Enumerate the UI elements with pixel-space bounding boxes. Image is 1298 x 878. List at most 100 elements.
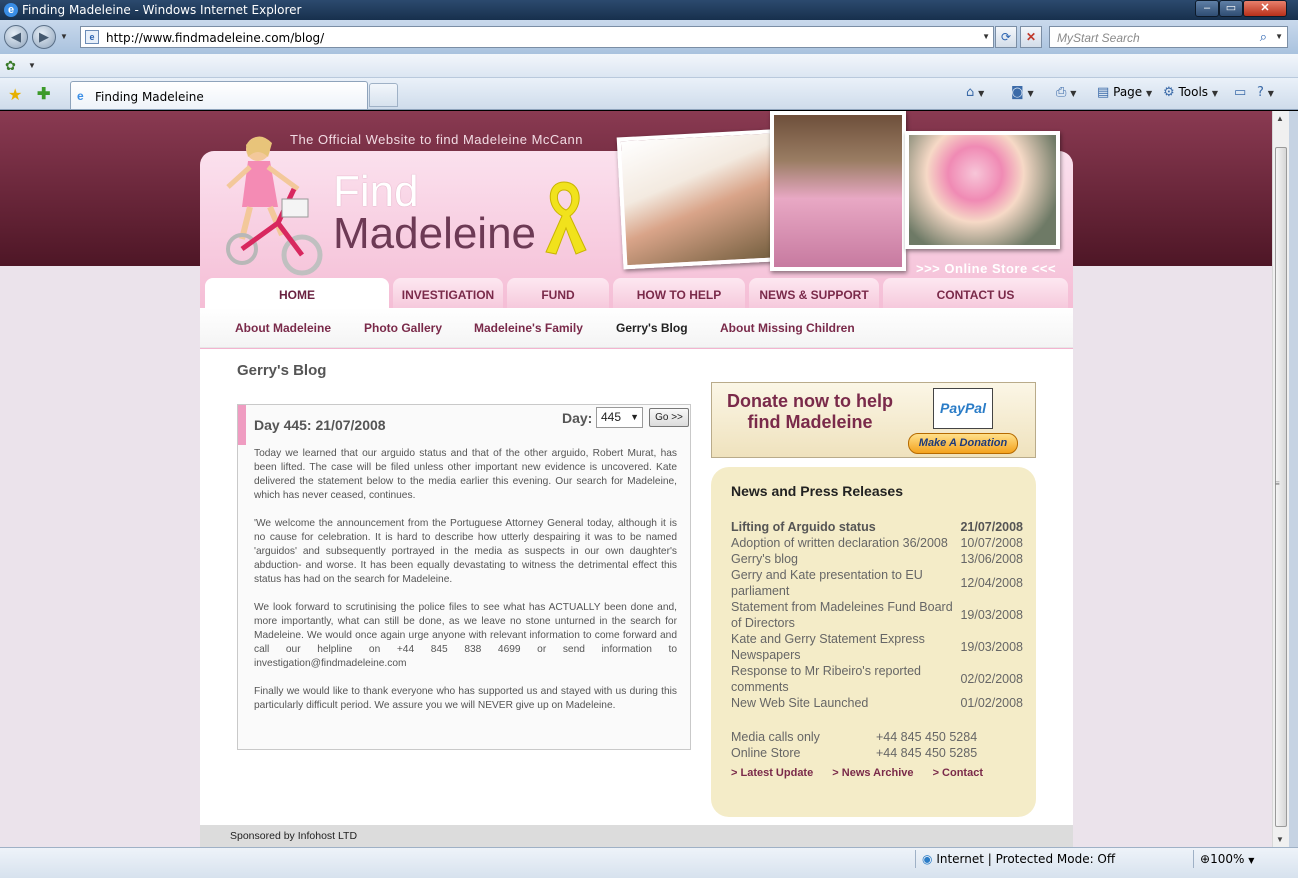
make-donation-button[interactable]: Make A Donation	[908, 433, 1018, 454]
blog-heading: Day 445: 21/07/2008	[254, 417, 386, 433]
search-input[interactable]: MyStart Search ⌕ ▼	[1049, 26, 1288, 48]
security-zone[interactable]: ◉ Internet | Protected Mode: Off	[922, 852, 1115, 866]
page-icon: e	[85, 30, 99, 44]
sub-navigation: About Madeleine Photo Gallery Madeleine'…	[200, 308, 1073, 348]
nav-investigation[interactable]: INVESTIGATION	[393, 278, 503, 308]
back-button[interactable]: ◀	[4, 25, 28, 49]
print-button[interactable]: ⎙ ▼	[1056, 85, 1076, 100]
address-bar[interactable]: e http://www.findmadeleine.com/blog/ ▼	[80, 26, 994, 48]
help-icon: ?	[1257, 85, 1264, 100]
window-title: Finding Madeleine - Windows Internet Exp…	[22, 3, 302, 17]
nav-news-support[interactable]: NEWS & SUPPORT	[749, 278, 879, 308]
day-select[interactable]: 445 ▼	[596, 407, 643, 428]
zoom-icon: ⊕	[1200, 852, 1211, 866]
logo-madeleine-text[interactable]: Madeleine	[333, 211, 536, 257]
maximize-button[interactable]: ▭	[1219, 0, 1243, 17]
day-label: Day:	[562, 410, 593, 426]
paypal-logo-pay: Pay	[940, 400, 965, 416]
stop-button[interactable]: ✕	[1020, 26, 1042, 48]
printer-icon: ⎙	[1056, 85, 1067, 100]
news-panel: News and Press Releases Lifting of Argui…	[711, 467, 1036, 817]
news-item[interactable]: Response to Mr Ribeiro's reported commen…	[731, 663, 1023, 695]
address-dropdown-icon[interactable]: ▼	[982, 32, 990, 41]
address-url[interactable]: http://www.findmadeleine.com/blog/	[106, 31, 324, 45]
contact-row: Media calls only +44 845 450 5284	[731, 730, 978, 744]
news-item[interactable]: Lifting of Arguido status 21/07/2008	[731, 519, 1023, 535]
help-button[interactable]: ? ▼	[1257, 85, 1274, 100]
tabs-bar: ★ ✚ e Finding Madeleine ⌂ ▼ ◙ ▼ ⎙ ▼ ▤ Pa…	[0, 78, 1298, 110]
paypal-logo: PayPal	[933, 388, 993, 429]
tools-menu-label: Tools	[1178, 85, 1209, 99]
news-footer-links: > Latest Update > News Archive > Contact	[731, 767, 999, 779]
madeleine-photo-pink-hat	[905, 131, 1060, 249]
go-button[interactable]: Go >>	[649, 408, 689, 427]
nav-fund[interactable]: FUND	[507, 278, 609, 308]
main-navigation: HOME INVESTIGATION FUND HOW TO HELP NEWS…	[205, 278, 1068, 308]
subnav-about-missing-children[interactable]: About Missing Children	[720, 321, 855, 335]
latest-update-link[interactable]: > Latest Update	[731, 767, 813, 779]
madeleine-photo-standing	[770, 111, 906, 271]
links-icon[interactable]: ✿	[5, 58, 16, 74]
tools-menu[interactable]: ⚙ Tools ▼	[1163, 85, 1218, 100]
blog-entry: Day 445: 21/07/2008 Day: 445 ▼ Go >> Tod…	[237, 404, 691, 750]
blog-paragraph: Today we learned that our arguido status…	[254, 448, 677, 501]
nav-how-to-help[interactable]: HOW TO HELP	[613, 278, 745, 308]
feeds-button[interactable]: ◙ ▼	[1011, 85, 1034, 100]
nav-home[interactable]: HOME	[205, 278, 389, 308]
subnav-madeleines-family[interactable]: Madeleine's Family	[474, 321, 583, 335]
search-dropdown-icon[interactable]: ▼	[1275, 32, 1283, 41]
page-menu-icon: ▤	[1097, 85, 1110, 100]
minimize-button[interactable]: ‒	[1195, 0, 1219, 17]
sponsor-footer: Sponsored by Infohost LTD	[200, 825, 1073, 847]
tab-label: Finding Madeleine	[95, 90, 204, 104]
subnav-gerrys-blog[interactable]: Gerry's Blog	[616, 321, 688, 335]
page-viewport: The Official Website to find Madeleine M…	[0, 111, 1272, 847]
news-title: News and Press Releases	[731, 483, 903, 499]
add-favorite-icon[interactable]: ✚	[37, 84, 50, 104]
contact-link[interactable]: > Contact	[933, 767, 983, 779]
news-item[interactable]: Gerry and Kate presentation to EU parlia…	[731, 567, 1023, 599]
contact-numbers: Media calls only +44 845 450 5284 Online …	[731, 729, 1023, 761]
blog-paragraph: Finally we would like to thank everyone …	[254, 686, 677, 711]
news-item[interactable]: Kate and Gerry Statement Express Newspap…	[731, 631, 1023, 663]
chevron-down-icon: ▼	[630, 412, 639, 422]
news-item[interactable]: New Web Site Launched 01/02/2008	[731, 695, 1023, 711]
forward-button[interactable]: ▶	[32, 25, 56, 49]
subnav-about-madeleine[interactable]: About Madeleine	[235, 321, 331, 335]
news-item[interactable]: Statement from Madeleines Fund Board of …	[731, 599, 1023, 631]
window-frame-edge	[1289, 111, 1298, 847]
status-bar: ◉ Internet | Protected Mode: Off ⊕100% ▼	[0, 847, 1298, 878]
scroll-down-icon[interactable]: ▼	[1276, 835, 1284, 844]
research-button[interactable]: ▭	[1234, 85, 1246, 100]
vertical-scrollbar[interactable]: ▲ ≡ ▼	[1272, 111, 1289, 847]
site-container: The Official Website to find Madeleine M…	[200, 111, 1073, 847]
refresh-button[interactable]: ⟳	[995, 26, 1017, 48]
zoom-control[interactable]: ⊕100% ▼	[1200, 852, 1254, 866]
donate-text[interactable]: Donate now to help find Madeleine	[724, 391, 896, 433]
favorites-star-icon[interactable]: ★	[8, 85, 22, 105]
history-dropdown-icon[interactable]: ▼	[60, 32, 68, 41]
new-tab-button[interactable]	[369, 83, 398, 107]
news-item[interactable]: Gerry's blog 13/06/2008	[731, 551, 1023, 567]
search-placeholder: MyStart Search	[1057, 31, 1140, 45]
scroll-up-icon[interactable]: ▲	[1276, 114, 1284, 123]
search-icon[interactable]: ⌕	[1260, 29, 1267, 45]
news-item[interactable]: Adoption of written declaration 36/2008 1…	[731, 535, 1023, 551]
page-menu[interactable]: ▤ Page ▼	[1097, 85, 1152, 100]
blog-body: Today we learned that our arguido status…	[254, 447, 677, 727]
nav-contact-us[interactable]: CONTACT US	[883, 278, 1068, 308]
zoom-level: 100%	[1210, 852, 1245, 866]
blog-paragraph: We look forward to scrutinising the poli…	[254, 602, 677, 669]
news-archive-link[interactable]: > News Archive	[832, 767, 913, 779]
tab-finding-madeleine[interactable]: e Finding Madeleine	[70, 81, 368, 109]
online-store-link[interactable]: >>> Online Store <<<	[916, 261, 1056, 276]
links-dropdown-icon[interactable]: ▼	[28, 61, 36, 70]
home-button[interactable]: ⌂ ▼	[966, 85, 984, 100]
ie-logo-icon: e	[4, 3, 18, 17]
subnav-photo-gallery[interactable]: Photo Gallery	[364, 321, 442, 335]
close-button[interactable]: ✕	[1243, 0, 1287, 17]
yellow-ribbon-icon	[545, 181, 587, 255]
donate-panel[interactable]: Donate now to help find Madeleine PayPal…	[711, 382, 1036, 458]
page-title: Gerry's Blog	[237, 362, 327, 379]
day-select-value: 445	[601, 410, 622, 424]
